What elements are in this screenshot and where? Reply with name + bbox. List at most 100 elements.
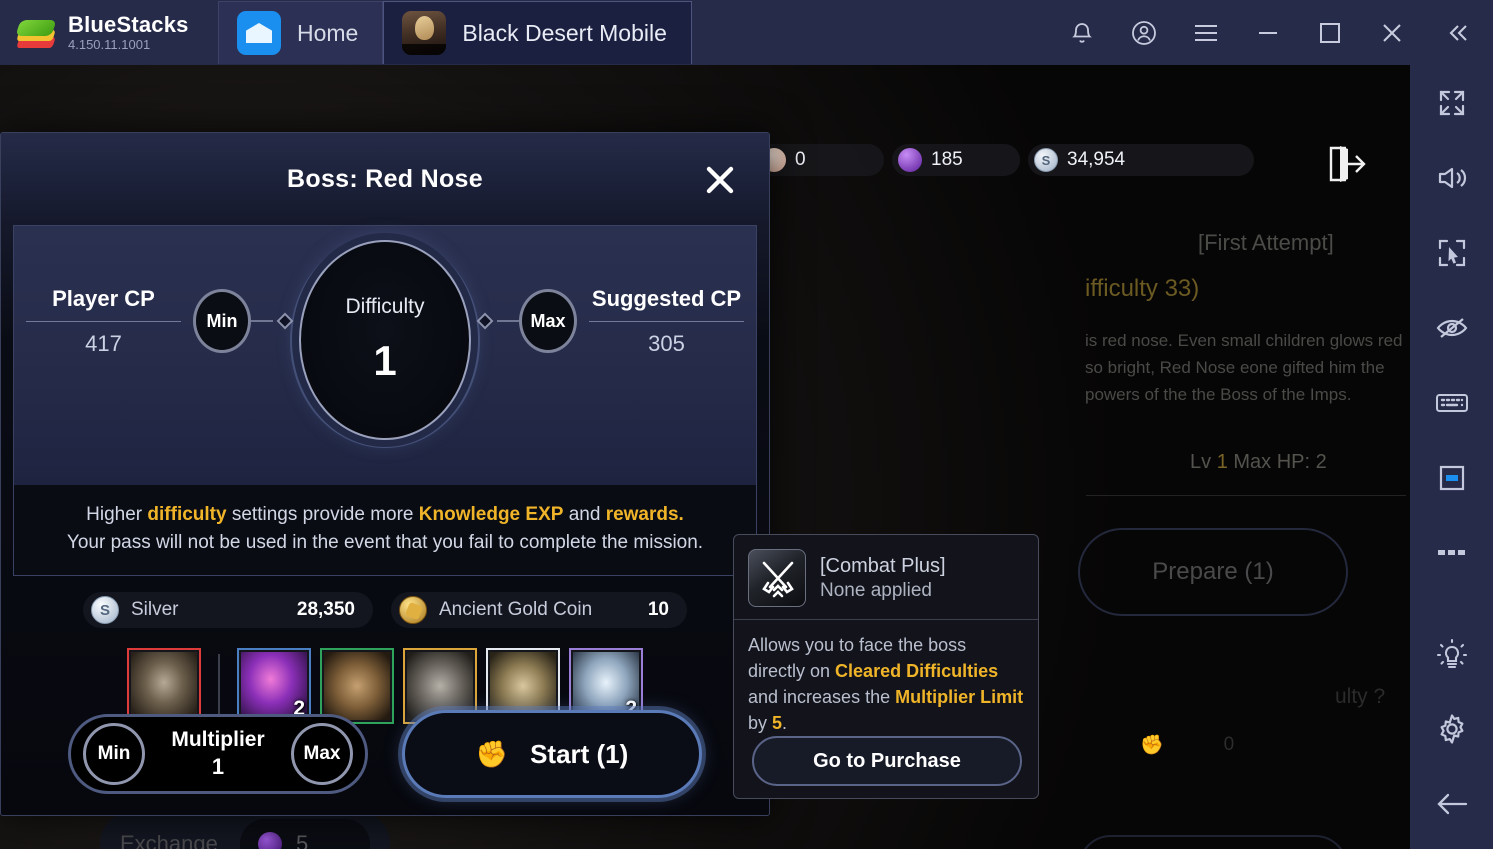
multiplier-value: 1: [211, 754, 225, 779]
difficulty-panel: Player CP 417 Min Max Suggested CP 305 D…: [13, 225, 757, 485]
tooltip-cleared-difficulties: Cleared Difficulties: [835, 661, 999, 681]
bg-prepare-button[interactable]: Prepare (1): [1078, 528, 1348, 616]
multiplier-max-button[interactable]: Max: [291, 723, 353, 785]
tooltip-multiplier-limit: Multiplier Limit: [895, 687, 1024, 707]
bluestacks-brand: BlueStacks 4.150.11.1001: [0, 0, 218, 65]
go-to-purchase-button[interactable]: Go to Purchase: [752, 736, 1022, 786]
boss-dialog: Boss: Red Nose Player CP 417 Min Max Sug…: [0, 132, 770, 816]
bg-exchange-button-2[interactable]: Exchange: [1078, 835, 1348, 849]
difficulty-min-button[interactable]: Min: [193, 289, 251, 353]
reward-currency-row: Silver 28,350 Ancient Gold Coin 10: [1, 592, 769, 628]
hint-line-1: Higher difficulty settings provide more …: [14, 501, 756, 529]
start-button-label: Start (1): [530, 738, 629, 769]
currency-pearl[interactable]: 0: [756, 144, 884, 176]
bg-lore-text: is red nose. Even small children glows r…: [1085, 331, 1403, 404]
suggested-cp-value: 305: [648, 330, 685, 356]
crossed-swords-icon: [748, 549, 806, 607]
hint-difficulty-word: difficulty: [147, 504, 227, 525]
screen-layout-icon[interactable]: [1410, 440, 1493, 515]
currency-silver[interactable]: 34,954: [1028, 144, 1254, 176]
currency-sphere[interactable]: 185: [892, 144, 1020, 176]
maximize-icon[interactable]: [1299, 0, 1361, 65]
hint-line-2: Your pass will not be used in the event …: [66, 532, 704, 553]
player-cp: Player CP 417: [14, 286, 193, 357]
bg-exchange-button[interactable]: Exchange 5: [100, 811, 390, 849]
hint-text: Higher: [86, 504, 148, 525]
bg-difficulty-label: ifficulty 33): [1085, 275, 1200, 302]
dialog-header: Boss: Red Nose: [1, 133, 769, 225]
notifications-icon[interactable]: [1051, 0, 1113, 65]
multiplier-min-button[interactable]: Min: [83, 723, 145, 785]
divider: [26, 320, 181, 322]
gold-coin-icon: [399, 596, 427, 624]
minimize-icon[interactable]: [1237, 0, 1299, 65]
volume-icon[interactable]: [1410, 140, 1493, 215]
keyboard-icon[interactable]: [1410, 365, 1493, 440]
collapse-sidebar-icon[interactable]: [1423, 0, 1493, 65]
brightness-icon[interactable]: [1410, 616, 1493, 691]
player-cp-value: 417: [85, 330, 122, 356]
silver-icon: [1034, 148, 1058, 172]
fullscreen-icon[interactable]: [1410, 65, 1493, 140]
eye-off-icon[interactable]: [1410, 290, 1493, 365]
hint-knowledge-exp: Knowledge EXP: [418, 504, 564, 525]
difficulty-hint: Higher difficulty settings provide more …: [13, 485, 757, 576]
game-icon: [402, 11, 447, 55]
bg-row-count-3: 0: [1223, 734, 1235, 755]
tooltip-description: Allows you to face the boss directly on …: [734, 620, 1038, 736]
multiplier-display: Multiplier 1: [145, 728, 291, 780]
tab-home[interactable]: Home: [218, 1, 384, 64]
close-icon[interactable]: [1361, 0, 1423, 65]
combat-plus-tooltip: [Combat Plus] None applied Allows you to…: [733, 534, 1039, 799]
bluestacks-logo-icon: [15, 13, 57, 53]
reward-silver-name: Silver: [131, 599, 179, 620]
back-arrow-icon[interactable]: [1410, 766, 1493, 841]
difficulty-dial-label: Difficulty: [345, 295, 425, 318]
hint-rewards-word: rewards.: [605, 504, 684, 525]
bg-fist-icon: ✊: [1140, 735, 1164, 756]
connector: [251, 320, 273, 322]
suggested-cp: Suggested CP 305: [577, 286, 756, 357]
currency-silver-value: 34,954: [1067, 149, 1126, 170]
reward-gold-coin: Ancient Gold Coin 10: [391, 592, 687, 628]
tab-black-desert-mobile[interactable]: Black Desert Mobile: [383, 1, 692, 64]
home-icon: [237, 11, 281, 55]
close-icon[interactable]: [701, 161, 739, 199]
exit-door-icon[interactable]: [1322, 143, 1368, 185]
bluestacks-name: BlueStacks: [68, 12, 189, 38]
bg-exchange-cost: 5: [240, 819, 370, 849]
currency-pearl-value: 0: [795, 149, 806, 170]
account-icon[interactable]: [1113, 0, 1175, 65]
start-button[interactable]: ✊ Start (1): [402, 710, 702, 798]
bluestacks-sidebar: [1410, 65, 1493, 849]
bg-difficulty-right-label: ulty ?: [1335, 685, 1386, 708]
tooltip-subtitle: None applied: [820, 579, 932, 601]
hint-text: settings provide more: [226, 504, 419, 525]
divider: [589, 320, 744, 322]
sphere-icon: [898, 148, 922, 172]
currency-sphere-value: 185: [931, 149, 963, 170]
bg-level-prefix: Lv: [1190, 451, 1212, 473]
tooltip-title: [Combat Plus]: [820, 554, 946, 577]
gear-icon[interactable]: [1410, 691, 1493, 766]
pointer-select-icon[interactable]: [1410, 215, 1493, 290]
tab-game-label: Black Desert Mobile: [462, 19, 667, 46]
multiplier-label: Multiplier: [171, 728, 265, 751]
tooltip-bonus-value: 5: [772, 713, 783, 733]
bg-level-value: 1: [1216, 451, 1228, 473]
dialog-footer: Min Multiplier 1 Max ✊ Start (1): [1, 693, 769, 815]
connector: [497, 320, 519, 322]
app-root: BlueStacks 4.150.11.1001 Home Black Dese…: [0, 0, 1493, 849]
reward-gold-name: Ancient Gold Coin: [439, 599, 593, 620]
bg-exchange-label: Exchange: [120, 831, 218, 849]
dialog-title: Boss: Red Nose: [287, 164, 483, 193]
tab-home-label: Home: [297, 19, 359, 46]
difficulty-dial[interactable]: Difficulty 1: [299, 240, 471, 440]
fist-icon: ✊: [475, 738, 509, 769]
menu-icon[interactable]: [1175, 0, 1237, 65]
more-icon[interactable]: [1410, 515, 1493, 590]
difficulty-max-button[interactable]: Max: [519, 289, 577, 353]
bg-divider: [1086, 495, 1406, 496]
silver-coin-icon: [91, 596, 119, 624]
tooltip-header: [Combat Plus] None applied: [734, 535, 1038, 620]
